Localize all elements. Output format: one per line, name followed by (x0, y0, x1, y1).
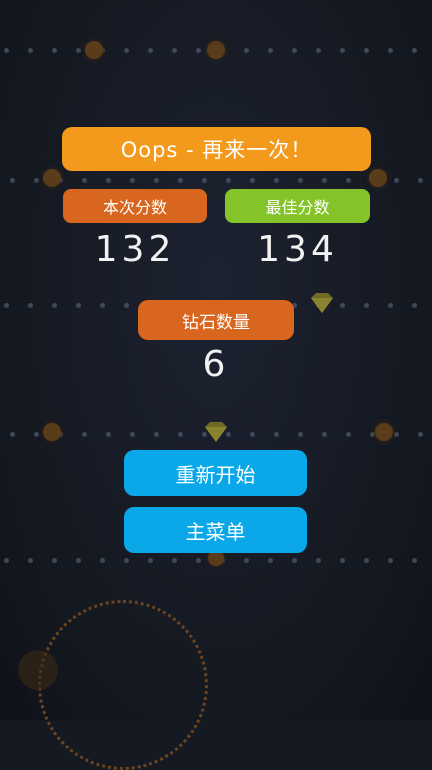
lane-dot (10, 178, 15, 183)
lane-dot (124, 303, 129, 308)
obstacle-orb (43, 423, 61, 441)
lane-dot (10, 432, 15, 437)
lane-dot (388, 303, 393, 308)
lane-dot (340, 558, 345, 563)
lane-dot (172, 558, 177, 563)
lane-dot (418, 178, 423, 183)
lane-dot (178, 178, 183, 183)
diamond-icon (205, 422, 227, 442)
lane-dot (148, 558, 153, 563)
best-score-label: 最佳分数 (225, 189, 370, 223)
lane-dot (418, 432, 423, 437)
lane-dot (154, 178, 159, 183)
orbit-ring (38, 600, 208, 770)
lane-dot (322, 178, 327, 183)
current-score-value: 132 (94, 229, 176, 270)
lane-dot (154, 432, 159, 437)
lane-dot (250, 178, 255, 183)
lane-dot (316, 48, 321, 53)
obstacle-orb (375, 423, 393, 441)
lane-dot (340, 48, 345, 53)
lane-dot (364, 48, 369, 53)
lane-dot (148, 48, 153, 53)
lane-dot (4, 558, 9, 563)
current-score-label: 本次分数 (63, 189, 207, 223)
lane-dot (394, 432, 399, 437)
diamond-icon (311, 293, 333, 313)
lane-dot (28, 558, 33, 563)
lane-dot (202, 178, 207, 183)
lane-dot (322, 432, 327, 437)
lane-dot (52, 558, 57, 563)
obstacle-orb (207, 41, 225, 59)
lane-dot (106, 432, 111, 437)
lane-dot (196, 558, 201, 563)
lane-dot (394, 178, 399, 183)
lane-dot (100, 303, 105, 308)
main-menu-button[interactable]: 主菜单 (124, 507, 307, 553)
lane-dot (124, 48, 129, 53)
lane-dot (4, 48, 9, 53)
lane-dot (130, 432, 135, 437)
lane-dot (76, 303, 81, 308)
lane-dot (388, 558, 393, 563)
lane-dot (82, 178, 87, 183)
lane-dot (412, 48, 417, 53)
best-score-value: 134 (257, 229, 338, 270)
lane-dot (412, 558, 417, 563)
lane-dot (298, 432, 303, 437)
lane-dot (292, 48, 297, 53)
lane-dot (178, 432, 183, 437)
lane-dot (292, 558, 297, 563)
lane-dot (316, 558, 321, 563)
lane-dot (52, 303, 57, 308)
lane-dot (100, 558, 105, 563)
lane-dot (196, 48, 201, 53)
lane-dot (412, 303, 417, 308)
game-over-title: Oops - 再来一次！ (62, 127, 371, 171)
dot-lane (0, 178, 432, 184)
lane-dot (28, 303, 33, 308)
lane-dot (28, 48, 33, 53)
lane-dot (130, 178, 135, 183)
lane-dot (274, 432, 279, 437)
lane-dot (346, 178, 351, 183)
lane-dot (364, 558, 369, 563)
lane-dot (340, 303, 345, 308)
lane-dot (346, 432, 351, 437)
orbit-ball (18, 650, 58, 690)
lane-dot (52, 48, 57, 53)
obstacle-orb (43, 169, 61, 187)
lane-dot (250, 432, 255, 437)
lane-dot (106, 178, 111, 183)
lane-dot (244, 48, 249, 53)
obstacle-orb (85, 41, 103, 59)
lane-dot (76, 558, 81, 563)
restart-button[interactable]: 重新开始 (124, 450, 307, 496)
lane-dot (124, 558, 129, 563)
lane-dot (364, 303, 369, 308)
lane-dot (82, 432, 87, 437)
lane-dot (388, 48, 393, 53)
obstacle-orb (369, 169, 387, 187)
lane-dot (172, 48, 177, 53)
lane-dot (244, 558, 249, 563)
lane-dot (298, 178, 303, 183)
lane-dot (226, 178, 231, 183)
lane-dot (4, 303, 9, 308)
lane-dot (34, 432, 39, 437)
gem-count-value: 6 (202, 344, 230, 385)
lane-dot (268, 48, 273, 53)
lane-dot (76, 48, 81, 53)
lane-dot (274, 178, 279, 183)
lane-dot (34, 178, 39, 183)
lane-dot (268, 558, 273, 563)
gem-count-label: 钻石数量 (138, 300, 294, 340)
